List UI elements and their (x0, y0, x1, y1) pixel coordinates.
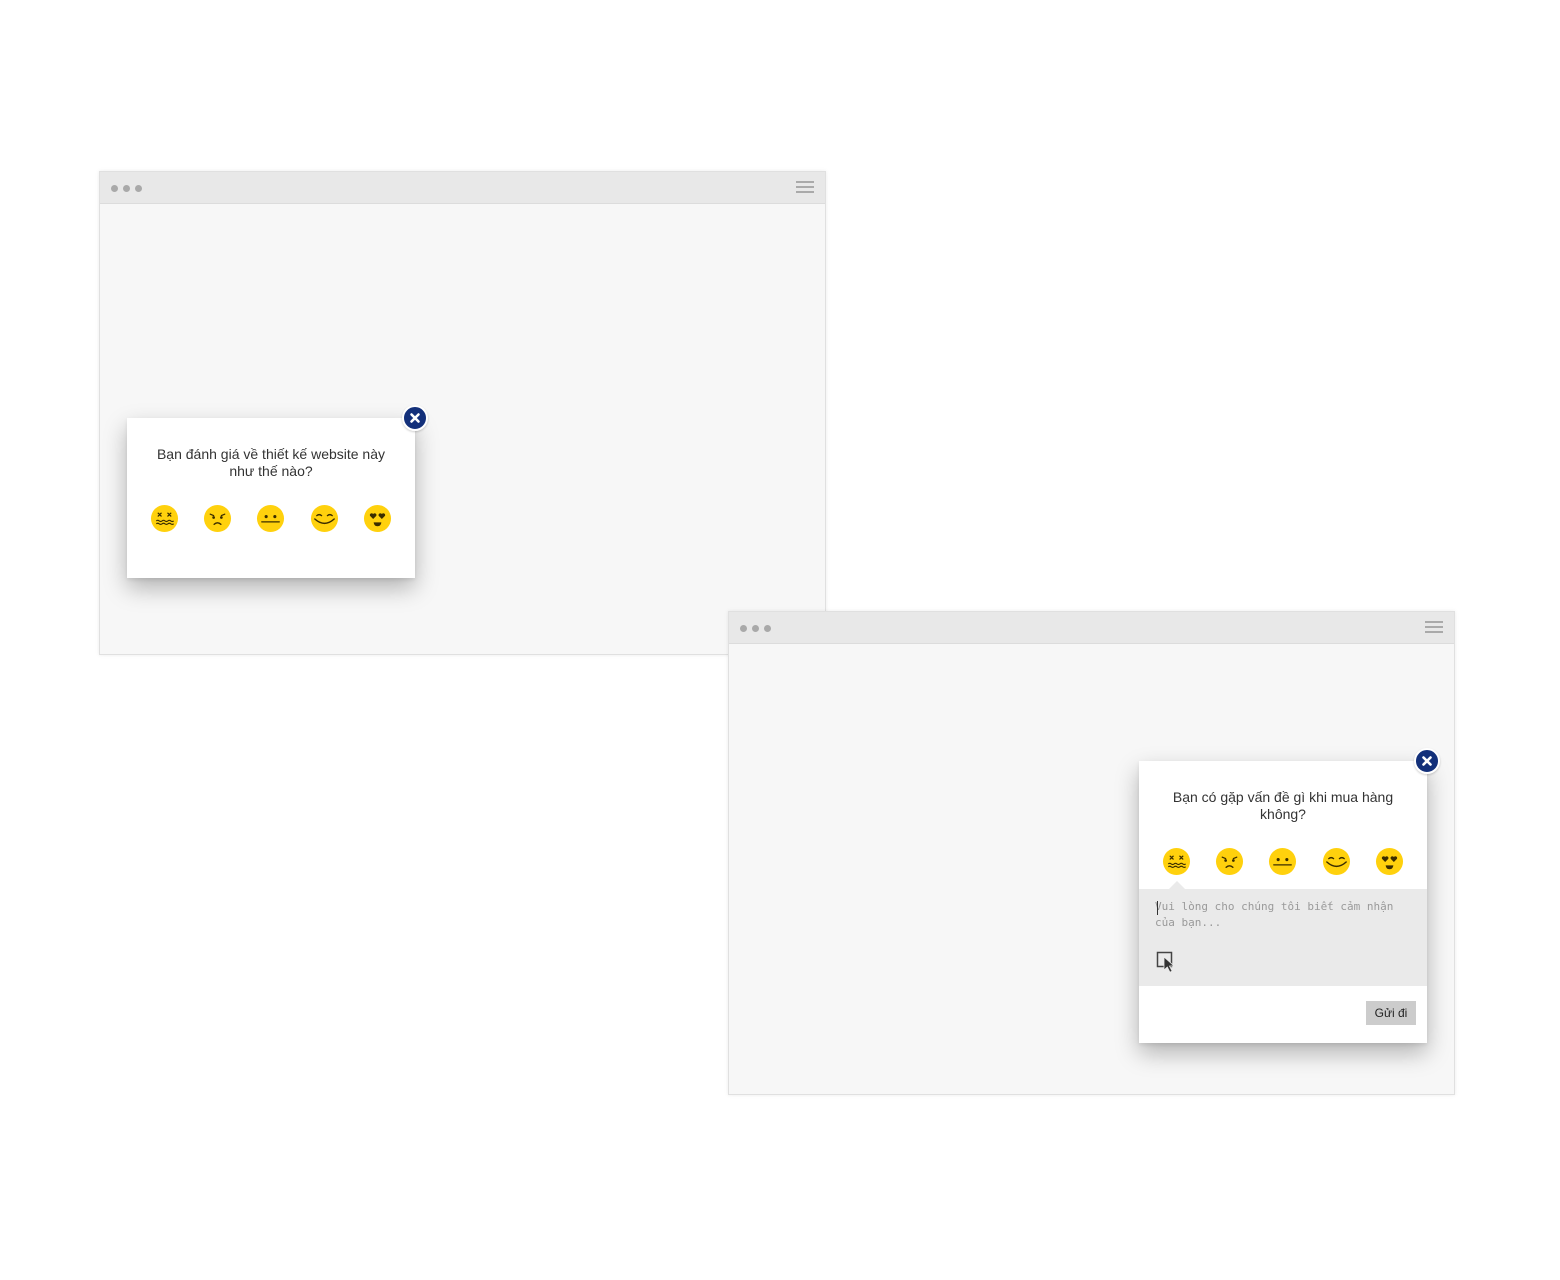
sad-face-icon[interactable] (203, 504, 232, 533)
selection-pointer (1168, 881, 1186, 890)
submit-button[interactable]: Gửi đi (1366, 1001, 1416, 1025)
browser-titlebar (729, 612, 1454, 644)
emoji-rating-row (127, 504, 415, 534)
screenshot-cursor-icon[interactable] (1156, 951, 1178, 973)
window-dot-icon (752, 625, 759, 632)
window-dot-icon (135, 185, 142, 192)
close-icon (1416, 750, 1438, 772)
window-dot-icon (764, 625, 771, 632)
text-cursor (1157, 901, 1158, 915)
browser-titlebar (100, 172, 825, 204)
rating-popup-1: Bạn đánh giá về thiết kế website này như… (127, 418, 415, 578)
feedback-textarea[interactable] (1155, 899, 1411, 939)
heart-eyes-icon[interactable] (363, 504, 392, 533)
window-dot-icon (111, 185, 118, 192)
feedback-question: Bạn có gặp vấn đề gì khi mua hàng không? (1172, 789, 1394, 822)
dizzy-face-icon[interactable] (150, 504, 179, 533)
hamburger-menu-icon[interactable] (1425, 621, 1443, 634)
feedback-popup-2: Bạn có gặp vấn đề gì khi mua hàng không?… (1139, 761, 1427, 1043)
sad-face-icon[interactable] (1215, 847, 1244, 876)
dizzy-face-icon[interactable] (1162, 847, 1191, 876)
heart-eyes-icon[interactable] (1375, 847, 1404, 876)
feedback-panel (1139, 881, 1427, 986)
hamburger-menu-icon[interactable] (796, 181, 814, 194)
window-dot-icon (123, 185, 130, 192)
window-dots (111, 185, 142, 192)
browser-window-1 (99, 171, 826, 655)
rating-question: Bạn đánh giá về thiết kế website này như… (156, 446, 386, 479)
window-dots (740, 625, 771, 632)
neutral-face-icon[interactable] (1268, 847, 1297, 876)
close-popup-button[interactable] (402, 405, 428, 431)
neutral-face-icon[interactable] (256, 504, 285, 533)
smile-face-icon[interactable] (310, 504, 339, 533)
emoji-rating-row (1139, 847, 1427, 877)
smile-face-icon[interactable] (1322, 847, 1351, 876)
close-popup-button[interactable] (1414, 748, 1440, 774)
window-dot-icon (740, 625, 747, 632)
close-icon (404, 407, 426, 429)
